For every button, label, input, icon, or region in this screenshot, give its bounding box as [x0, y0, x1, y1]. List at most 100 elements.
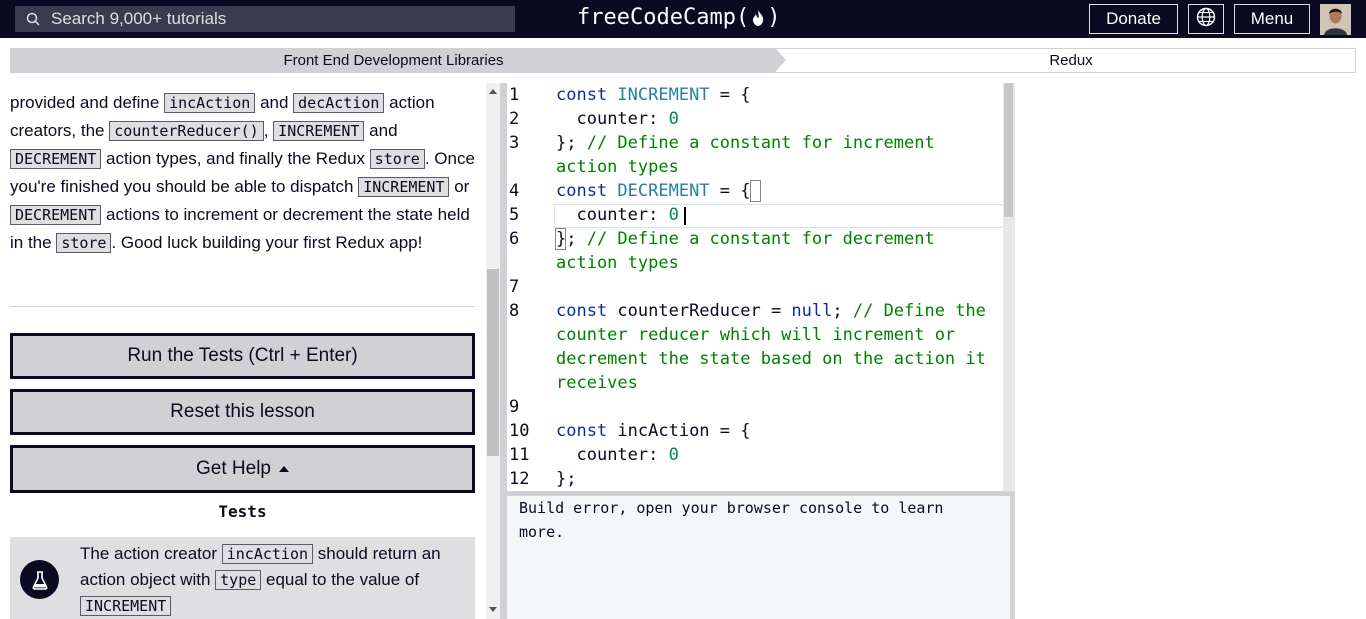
code-token: const: [556, 85, 618, 105]
inline-code: DECREMENT: [10, 205, 102, 225]
desc-text: or: [449, 177, 470, 196]
breadcrumb-superblock[interactable]: Front End Development Libraries: [11, 49, 776, 72]
code-line[interactable]: const incAction = {: [556, 419, 1006, 443]
code-line[interactable]: };: [556, 467, 1006, 491]
instructions-scrollbar[interactable]: [486, 83, 500, 619]
line-number: 11: [509, 445, 530, 465]
desc-text: ,: [263, 121, 274, 140]
search-bar[interactable]: [15, 6, 515, 32]
code-token: = {: [709, 181, 751, 201]
code-token: };: [556, 469, 577, 489]
code-token: 0: [668, 205, 679, 225]
logo-text-right: ): [767, 5, 781, 30]
code-token: DECREMENT: [617, 181, 710, 201]
code-token: counter:: [556, 205, 669, 225]
get-help-button[interactable]: Get Help: [10, 445, 475, 493]
desc-text: action types, and finally the Redux: [101, 149, 370, 168]
breadcrumb-block[interactable]: Redux: [786, 49, 1356, 72]
code-line[interactable]: const counterReducer = null; // Define t…: [556, 299, 1006, 395]
donate-button[interactable]: Donate: [1089, 4, 1178, 34]
line-number: 5: [509, 205, 520, 225]
scrollbar-thumb[interactable]: [1004, 83, 1013, 217]
inline-code: INCREMENT: [358, 177, 450, 197]
text-cursor: [684, 207, 686, 225]
test-text-part: The action creator: [80, 544, 222, 563]
inline-code: store: [56, 233, 112, 253]
run-tests-button[interactable]: Run the Tests (Ctrl + Enter): [10, 333, 475, 379]
inline-code: decAction: [293, 93, 385, 113]
scroll-up-icon[interactable]: [489, 89, 497, 94]
flame-icon: [751, 9, 765, 27]
freecodecamp-logo[interactable]: freeCodeCamp( ): [577, 5, 780, 30]
inline-code: INCREMENT: [273, 121, 365, 141]
scrollbar-thumb[interactable]: [487, 269, 499, 456]
inline-code: incAction: [221, 544, 314, 564]
code-token: // Define a constant for increment actio…: [556, 133, 945, 177]
console-output: Build error, open your browser console t…: [507, 496, 1010, 619]
scroll-down-icon[interactable]: [489, 607, 497, 612]
code-token: const: [556, 421, 618, 441]
line-number: 8: [509, 301, 520, 321]
code-token: };: [556, 133, 587, 153]
desc-text: and: [364, 121, 398, 140]
menu-button[interactable]: Menu: [1234, 4, 1310, 34]
code-token: 0: [668, 445, 679, 465]
user-avatar[interactable]: [1320, 4, 1351, 35]
code-token: counterReducer =: [617, 301, 792, 321]
search-icon: [15, 12, 51, 26]
breadcrumb: Front End Development Libraries Redux: [10, 48, 1356, 73]
test-text-part: equal to the value of: [261, 570, 420, 589]
line-number: 10: [509, 421, 530, 441]
breadcrumb-arrow: [776, 49, 786, 71]
logo-text-left: freeCodeCamp(: [577, 5, 750, 30]
instructions-panel: provided and define incAction and decAct…: [0, 83, 500, 619]
code-token: // Define a constant for decrement actio…: [556, 229, 945, 273]
language-button[interactable]: [1188, 4, 1224, 34]
code-line[interactable]: }; // Define a constant for increment ac…: [556, 131, 1006, 179]
test-item: The action creator incAction should retu…: [10, 537, 475, 619]
search-input[interactable]: [51, 9, 491, 29]
code-line[interactable]: }; // Define a constant for decrement ac…: [556, 227, 1006, 275]
inline-code: incAction: [164, 93, 256, 113]
desc-text: . Good luck building your first Redux ap…: [111, 233, 423, 252]
test-text: The action creator incAction should retu…: [80, 541, 470, 619]
preview-resizer[interactable]: [1010, 496, 1015, 619]
line-number: 1: [509, 85, 520, 105]
code-token: null: [791, 301, 833, 321]
line-number: 9: [509, 397, 520, 417]
line-number: 6: [509, 229, 520, 249]
inline-code: store: [369, 149, 425, 169]
code-line[interactable]: const DECREMENT = {: [556, 179, 1006, 203]
line-number: 12: [509, 469, 530, 489]
code-token: INCREMENT: [617, 85, 710, 105]
reset-lesson-button[interactable]: Reset this lesson: [10, 389, 475, 435]
tests-heading: Tests: [218, 502, 267, 521]
divider: [10, 306, 475, 307]
editor-scrollbar[interactable]: [1003, 83, 1015, 491]
inline-code: type: [215, 570, 262, 590]
code-line[interactable]: const INCREMENT = {: [556, 83, 1006, 107]
panel-resizer[interactable]: [500, 83, 507, 619]
desc-text: provided and define: [10, 93, 165, 112]
inline-code: counterReducer(): [109, 121, 264, 141]
caret-up-icon: [278, 466, 289, 472]
code-editor[interactable]: 1 const INCREMENT = {2 counter: 0 3}; // D…: [507, 83, 1015, 491]
code-token: ;: [832, 301, 853, 321]
top-nav: freeCodeCamp( ) Donate Menu: [0, 0, 1366, 38]
line-number: 2: [509, 109, 520, 129]
desc-text: and: [255, 93, 294, 112]
code-line[interactable]: counter: 0: [556, 443, 1006, 467]
code-token: incAction = {: [617, 421, 751, 441]
globe-icon: [1196, 7, 1216, 32]
line-number: 3: [509, 133, 520, 153]
code-line[interactable]: counter: 0: [556, 203, 1006, 227]
code-line[interactable]: counter: 0: [556, 107, 1006, 131]
challenge-description: provided and define incAction and decAct…: [10, 89, 475, 257]
code-token: 0: [668, 109, 679, 129]
code-token: const: [556, 181, 618, 201]
inline-code: INCREMENT: [80, 596, 172, 616]
line-number: 4: [509, 181, 520, 201]
line-number: 7: [509, 277, 520, 297]
bracket-match-highlight: [750, 180, 761, 202]
code-token: counter:: [556, 445, 669, 465]
